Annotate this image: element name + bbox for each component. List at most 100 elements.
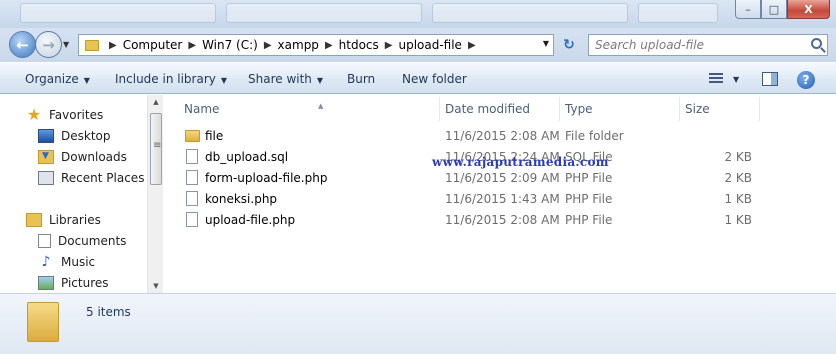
help-icon[interactable]: ? [797,71,815,89]
recent-pages-dropdown-icon[interactable]: ▼ [63,40,69,49]
chevron-right-icon[interactable]: ▶ [385,40,393,51]
item-count: 5 items [86,305,131,319]
file-name: form-upload-file.php [205,171,328,185]
column-header-label: Name [184,102,220,116]
sidebar-item-libraries[interactable]: Libraries [26,210,101,230]
sidebar-item-music[interactable]: ♪ Music [38,252,96,272]
chevron-down-icon[interactable]: ▼ [733,75,739,84]
refresh-button[interactable]: ↻ [559,36,579,54]
table-row[interactable]: upload-file.php 11/6/2015 2:08 AM PHP Fi… [164,210,764,231]
table-row[interactable]: file 11/6/2015 2:08 AM File folder [164,126,764,147]
downloads-icon [38,150,54,164]
chevron-right-icon[interactable]: ▶ [468,40,476,51]
forward-button[interactable]: → [35,31,62,58]
back-button[interactable]: ← [9,31,36,58]
file-name: upload-file.php [205,213,296,227]
folder-icon [185,130,200,142]
libraries-icon [26,213,42,227]
search-box[interactable] [588,34,828,56]
sidebar-item-documents[interactable]: Documents [38,231,126,251]
sidebar-item-pictures[interactable]: Pictures [38,273,109,293]
sidebar-item-label: Downloads [61,150,127,164]
file-size: 1 KB [724,192,752,206]
address-dropdown-icon[interactable]: ▼ [543,39,549,48]
file-date: 11/6/2015 2:08 AM [445,129,560,143]
back-arrow-icon: ← [16,35,29,54]
breadcrumb-item[interactable]: htdocs [339,38,379,52]
folder-icon [85,39,99,51]
desktop-icon [38,129,54,143]
chevron-right-icon[interactable]: ▶ [109,40,117,51]
sort-ascending-icon: ▲ [318,102,324,110]
chevron-right-icon[interactable]: ▶ [188,40,196,51]
background-tab [226,3,422,23]
sidebar-item-label: Favorites [49,108,104,122]
navigation-scrollbar[interactable]: ▲ ▼ [147,95,163,293]
sidebar-item-desktop[interactable]: Desktop [38,126,111,146]
command-toolbar: Organize ▼ Include in library ▼ Share with… [0,62,836,94]
chevron-right-icon[interactable]: ▶ [325,40,333,51]
share-with-label: Share with [248,72,312,86]
file-type: PHP File [565,213,613,227]
scrollbar-thumb[interactable] [150,113,162,185]
new-folder-button[interactable]: New folder [402,72,467,86]
file-name: file [205,129,224,143]
close-button[interactable]: X [787,0,830,19]
folder-icon [27,302,59,342]
minimize-button[interactable]: – [735,0,761,19]
column-header-name[interactable]: ▲ Name [178,97,440,121]
address-row: ← → ▼ ▶ Computer ▶ Win7 (C:) ▶ xampp ▶ h… [0,28,836,62]
background-tab [20,3,216,23]
file-icon [186,170,198,185]
table-row[interactable]: form-upload-file.php 11/6/2015 2:09 AM P… [164,168,764,189]
recent-places-icon [38,171,54,185]
scroll-up-icon[interactable]: ▲ [148,95,164,109]
share-with-button[interactable]: Share with ▼ [248,72,323,86]
file-icon [186,212,198,227]
sidebar-item-favorites[interactable]: ★ Favorites [26,105,103,125]
file-type: PHP File [565,171,613,185]
change-view-icon[interactable] [709,73,723,85]
file-date: 11/6/2015 2:08 AM [445,213,560,227]
breadcrumb-item[interactable]: xampp [278,38,319,52]
file-size: 1 KB [724,213,752,227]
search-icon[interactable] [811,38,822,49]
file-date: 11/6/2015 1:43 AM [445,192,560,206]
column-header-date[interactable]: Date modified [439,97,560,121]
file-icon [186,149,198,164]
sidebar-item-label: Documents [58,234,127,248]
maximize-button[interactable]: □ [761,0,787,19]
scroll-down-icon[interactable]: ▼ [148,279,164,293]
file-list: ▲ Name Date modified Type Size file 11/6… [164,95,836,293]
file-size: 2 KB [724,171,752,185]
column-header-type[interactable]: Type [559,97,680,121]
sidebar-item-label: Desktop [61,129,111,143]
sidebar-item-recent-places[interactable]: Recent Places [38,168,144,188]
pictures-icon [38,276,54,290]
file-name: koneksi.php [205,192,278,206]
breadcrumb-item[interactable]: upload-file [398,38,461,52]
background-tab [432,3,628,23]
organize-label: Organize [25,72,79,86]
include-in-library-button[interactable]: Include in library ▼ [115,72,227,86]
table-row[interactable]: koneksi.php 11/6/2015 1:43 AM PHP File 1… [164,189,764,210]
preview-pane-icon[interactable] [762,72,778,86]
file-size: 2 KB [724,150,752,164]
forward-arrow-icon: → [42,35,55,54]
organize-button[interactable]: Organize ▼ [25,72,90,86]
breadcrumb: ▶ Computer ▶ Win7 (C:) ▶ xampp ▶ htdocs … [103,38,482,52]
include-in-library-label: Include in library [115,72,216,86]
breadcrumb-item[interactable]: Computer [123,38,183,52]
watermark-text: www.rajaputramedia.com [432,155,609,169]
sidebar-item-downloads[interactable]: Downloads [38,147,127,167]
sidebar-item-label: Pictures [61,276,109,290]
sidebar-item-label: Libraries [49,213,101,227]
chevron-right-icon[interactable]: ▶ [264,40,272,51]
background-tab [638,3,718,23]
column-header-size[interactable]: Size [679,97,760,121]
search-input[interactable] [589,35,799,55]
breadcrumb-item[interactable]: Win7 (C:) [202,38,258,52]
burn-button[interactable]: Burn [347,72,375,86]
address-bar[interactable]: ▶ Computer ▶ Win7 (C:) ▶ xampp ▶ htdocs … [78,34,554,56]
window-controls: – □ X [735,0,830,19]
